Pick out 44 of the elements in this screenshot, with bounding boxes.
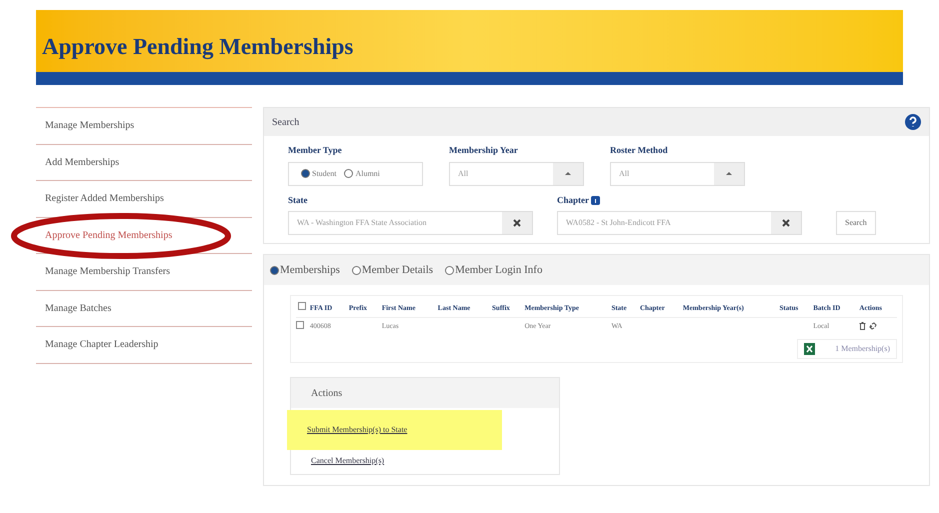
field-value: All bbox=[618, 168, 630, 180]
clear-icon bbox=[502, 212, 532, 234]
field-label: State bbox=[288, 194, 308, 206]
panel-title: Actions bbox=[311, 386, 342, 400]
radio-label: Alumni bbox=[355, 168, 380, 180]
field-label: Member Type bbox=[288, 144, 343, 157]
trash-icon[interactable] bbox=[859, 322, 866, 330]
field-label: Chapter bbox=[557, 194, 802, 207]
tab-label[interactable]: Memberships bbox=[280, 262, 340, 278]
field-value: WA0582 - St John-Endicott FFA bbox=[565, 217, 672, 229]
radio-button[interactable] bbox=[301, 169, 310, 178]
radio-button[interactable] bbox=[270, 266, 279, 274]
help-icon[interactable] bbox=[905, 114, 921, 130]
sidebar-link[interactable]: Manage Chapter Leadership bbox=[45, 337, 158, 352]
sidebar-link[interactable]: Add Memberships bbox=[45, 154, 120, 170]
action-link[interactable]: Cancel Membership(s) bbox=[311, 455, 384, 467]
field-value: WA - Washington FFA State Association bbox=[296, 217, 428, 229]
radio-button[interactable] bbox=[344, 169, 354, 178]
field-value: All bbox=[457, 168, 470, 180]
caret-icon bbox=[553, 162, 583, 184]
field-label: Membership Year bbox=[449, 144, 519, 157]
tab-label[interactable]: Member Details bbox=[362, 262, 434, 278]
radio-label: Student bbox=[312, 168, 336, 180]
action-link[interactable]: Submit Membership(s) to State bbox=[307, 424, 408, 436]
tab-label[interactable]: Member Login Info bbox=[455, 262, 542, 278]
radio-button[interactable] bbox=[445, 266, 454, 274]
record-count: 1 Membership(s) bbox=[835, 343, 890, 355]
checkbox[interactable] bbox=[298, 302, 306, 310]
sidebar-link[interactable]: Manage Membership Transfers bbox=[45, 264, 170, 280]
sidebar-link[interactable]: Manage Batches bbox=[45, 300, 112, 316]
radio-button[interactable] bbox=[352, 266, 361, 274]
field-label: Roster Method bbox=[610, 144, 669, 157]
sidebar-link[interactable]: Register Added Memberships bbox=[45, 191, 164, 206]
caret-icon bbox=[714, 162, 744, 184]
checkbox[interactable] bbox=[296, 320, 304, 328]
link-icon[interactable] bbox=[869, 322, 878, 330]
spreadsheet-icon[interactable] bbox=[804, 343, 816, 355]
sidebar-link[interactable]: Manage Memberships bbox=[45, 118, 134, 134]
page-title: Approve Pending Memberships bbox=[42, 32, 354, 62]
clear-icon bbox=[771, 212, 801, 234]
panel-title: Search bbox=[272, 116, 300, 130]
search-button[interactable]: Search bbox=[836, 211, 876, 235]
sidebar-link[interactable]: Approve Pending Memberships bbox=[45, 228, 172, 243]
info-icon[interactable] bbox=[591, 196, 600, 205]
